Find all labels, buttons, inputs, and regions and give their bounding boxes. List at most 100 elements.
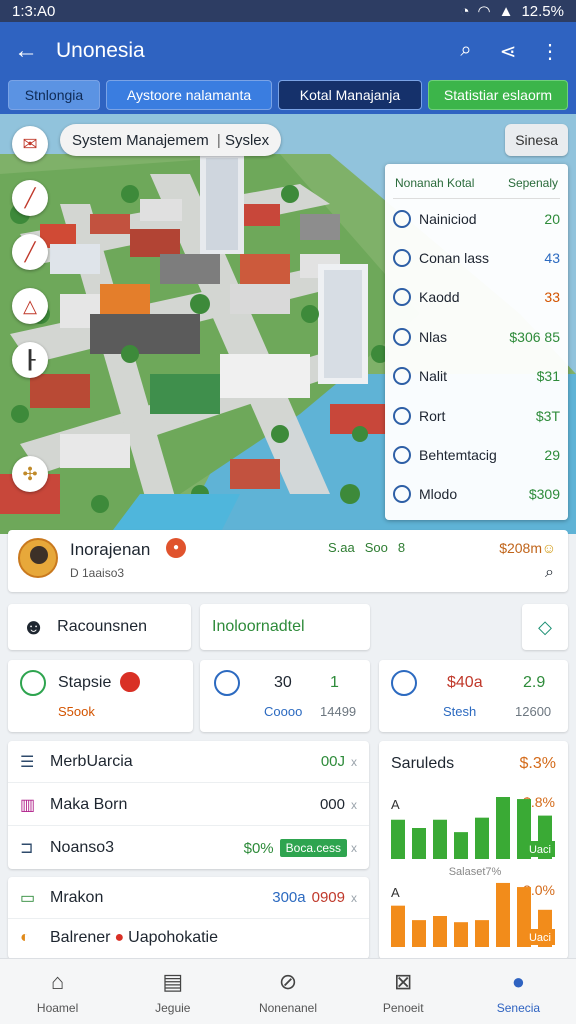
panel-row[interactable]: Mlodo $309 [393,475,560,514]
nav-profile[interactable]: ● Senecia [461,959,576,1024]
nav-label: Hoamel [36,1000,79,1015]
metric-1-title: Stapsie [58,674,112,691]
metric-card-1[interactable]: Stapsie S5ook [8,660,193,732]
panel-row-label: Mlodo [419,486,458,503]
chart-card[interactable]: Saruleds $.3% A $.8% Uaci Salaset7% A 3.0% Uac… [379,741,568,959]
list-item-label: Maka Born [50,795,128,813]
metric-card-3[interactable]: $40a 2.9 Stesh 12600 [379,660,568,732]
panel-row[interactable]: Conan lass 43 [393,238,560,277]
nav-inbox[interactable]: ⊠ Penoeit [346,959,461,1024]
panel-row[interactable]: Rort $3T [393,396,560,435]
stat-3: 8 [397,540,406,555]
nav-document[interactable]: ▤ Jeguie [115,959,230,1024]
chart1-tag-label: Uaci [529,844,551,856]
envelope-icon[interactable]: ✉ [12,126,48,162]
close-icon[interactable]: x [351,891,357,905]
list-item[interactable]: ▥ Maka Born 000 x [8,784,369,826]
compass-tool-icon[interactable]: ✣ [12,456,48,492]
document-icon: ▤ [162,968,184,994]
profile-stats: S.aa Soo 8 [328,540,405,555]
close-icon[interactable]: x [351,798,357,812]
tab-statistiar[interactable]: Statistiar eslaorm [428,80,568,110]
share-icon[interactable]: ⋖ [496,39,520,64]
chart2-bar [391,905,405,947]
panel-row-value: $306 85 [509,328,560,345]
bracket-icon: ⊐ [20,840,34,857]
map-title-chip[interactable]: System Manajemem | Syslex [60,124,282,156]
panel-row-label: Rort [419,407,446,424]
recommendation-card[interactable]: ☻ Racounsnen [8,604,191,650]
app-bar: ← Unonesia ⌕ ⋖ ⋮ [0,22,576,80]
flag-icon[interactable]: ┠ [12,342,48,378]
profile-amount: $208m [499,540,542,556]
more-menu-icon[interactable]: ⋮ [538,39,562,64]
list-item-value: 300a [272,889,306,906]
chart1-bar [475,817,489,859]
city-map[interactable]: ✉ ╱ ╱ △ ┠ ✣ System Manajemem | Syslex Si… [0,114,576,534]
metric-3-title: $40a [447,674,483,691]
panel-row[interactable]: Nlas $306 85 [393,317,560,356]
signal-icon: ▲ [498,2,514,20]
warning-icon[interactable]: △ [12,288,48,324]
panel-row[interactable]: Kaodd 33 [393,278,560,317]
nav-home[interactable]: ⌂ Hoamel [0,959,115,1024]
panel-row-value: 20 [544,210,560,227]
list-item[interactable]: ◐ Balrener ● Uapohokatie [8,917,369,959]
list-item-label: Noanso3 [50,839,115,856]
chart2-bar [412,920,426,947]
panel-row-value: 33 [544,289,560,306]
secondary-card[interactable]: Inoloornadtel [200,604,370,650]
status-badge: Boca.cess [279,839,347,857]
nav-compass[interactable]: ⊘ Nonenanel [230,959,345,1024]
list-item[interactable]: ▭ Mrakon 300a 0909 x [8,877,369,919]
tab-kotal-manajanja[interactable]: Kotal Manajanja [278,80,422,110]
panel-row-label: Nalit [419,368,448,385]
stat-1: S.aa [328,540,355,555]
status-time: 1:3:A0 [12,2,56,20]
panel-row[interactable]: Nainiciod 20 [393,199,560,238]
panel-row-label: Behtemtacig [419,447,497,464]
metric-3-sub2: 12600 [515,704,552,719]
profile-card[interactable]: Inorajenan ● D 1aaiso3 S.aa Soo 8 $208m … [8,530,568,592]
bar-charts: A $.8%UaciSalaset7%A 3.0%Uaci [391,794,555,947]
row-status-icon [393,406,411,425]
diamond-button[interactable]: ◇ [522,604,568,650]
status-bar: 1:3:A0 ◔ ◠ ▲ 12.5% [0,0,576,22]
close-icon[interactable]: x [351,755,357,769]
close-icon[interactable]: x [351,841,357,855]
battery-level: 12.5% [521,2,564,20]
chart2-bar [496,882,510,947]
back-arrow-icon[interactable]: ← [14,37,50,65]
map-control-button[interactable]: Sinesa [505,124,568,156]
compass-icon: ⊘ [278,968,298,994]
metric-card-2[interactable]: 30 1 Coooo 14499 [200,660,370,732]
row-status-icon [393,367,411,386]
notification-badge-icon: ● [166,538,186,558]
metric-2-sub2: 14499 [320,704,357,719]
search-icon[interactable]: ⌕ [454,39,478,64]
panel-row[interactable]: Nalit $31 [393,357,560,396]
panel-row[interactable]: Behtemtacig 29 [393,435,560,474]
tab-aystoore[interactable]: Aystoore nalamanta [106,80,272,110]
chart1-axis-label: A [391,797,400,812]
avatar [18,538,58,578]
chart2-tag-label: Uaci [529,932,551,944]
panel-row-value: $31 [536,368,560,385]
edit-icon[interactable]: ╱ [12,180,48,216]
panel-row-label: Nlas [419,328,448,345]
pencil-icon[interactable]: ╱ [12,234,48,270]
panel-row-value: 43 [544,250,560,267]
search-icon[interactable]: ⌕ [545,564,554,582]
list-item-label: Mrakon [50,888,104,906]
inbox-icon: ⊠ [393,968,413,994]
ticket-icon: ▭ [20,889,36,907]
map-tool-column: ✉ ╱ ╱ △ ┠ ✣ [12,126,48,492]
list-item[interactable]: ☰ MerbUarcia 00J x [8,741,369,783]
alert-icon: ● [114,929,125,946]
profile-sub: D 1aaiso3 [70,566,125,580]
panel-row-value: $309 [528,486,560,503]
list-item[interactable]: ⊐ Noanso3 $0% Boca.cess x [8,827,369,869]
check-ring-icon [20,670,46,696]
tab-stnlongia[interactable]: Stnlongia [8,80,100,110]
clock-icon [214,670,240,696]
